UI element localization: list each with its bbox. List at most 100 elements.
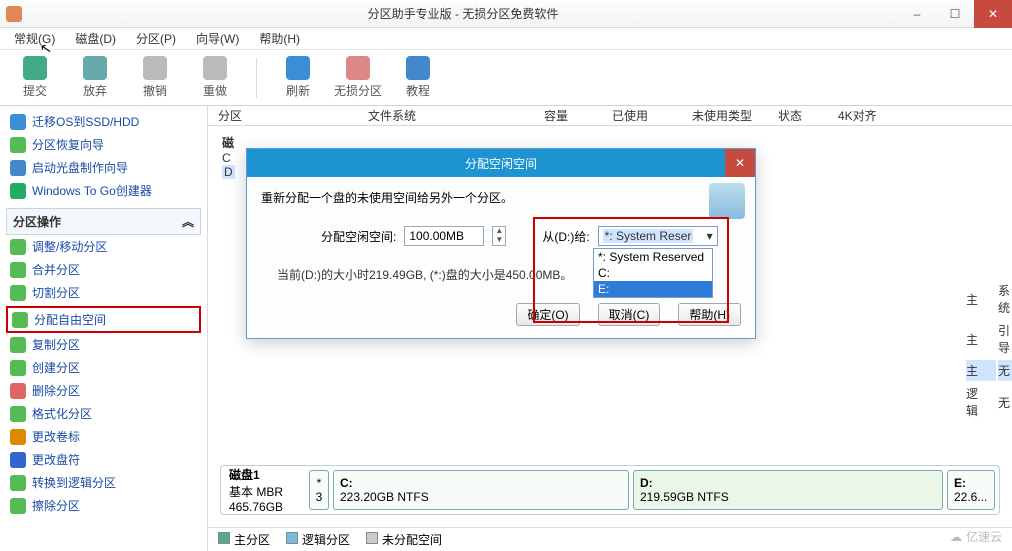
- legend-unalloc-swatch: [366, 532, 378, 544]
- tool-tutorial[interactable]: 教程: [393, 56, 443, 99]
- sidebar-item-label: 创建分区: [32, 359, 80, 376]
- op-letter[interactable]: 更改盘符: [6, 448, 201, 471]
- wizard-migrate-os[interactable]: 迁移OS到SSD/HDD: [6, 110, 201, 133]
- disk-strip: 磁盘1 基本 MBR 465.76GB * 3 C: 223.20GB NTFS…: [220, 465, 1000, 515]
- col-unused[interactable]: 未使用: [648, 107, 728, 124]
- column-headers: 分区 文件系统 容量 已使用 未使用 类型 状态 4K对齐: [208, 106, 1012, 126]
- disk-size: 465.76GB: [229, 500, 305, 514]
- tool-refresh-label: 刷新: [286, 82, 310, 99]
- op-wipe[interactable]: 擦除分区: [6, 494, 201, 517]
- wizard-bootdisk[interactable]: 启动光盘制作向导: [6, 156, 201, 179]
- tool-commit[interactable]: 提交: [10, 56, 60, 99]
- col-capacity[interactable]: 容量: [488, 107, 568, 124]
- partition-c[interactable]: C: 223.20GB NTFS: [333, 470, 629, 510]
- menu-general[interactable]: 常规(G): [6, 28, 63, 49]
- col-partition[interactable]: 分区: [218, 107, 368, 124]
- sidebar-item-label: 分区恢复向导: [32, 136, 104, 153]
- disk-name: 磁盘1: [229, 466, 305, 483]
- op-allocate-free[interactable]: 分配自由空间: [8, 308, 199, 331]
- tool-lossless-label: 无损分区: [334, 82, 382, 99]
- panel-partition-ops[interactable]: 分区操作 ︽: [6, 208, 201, 235]
- sidebar-item-label: 迁移OS到SSD/HDD: [32, 113, 139, 130]
- partition-c-size: 223.20GB NTFS: [340, 490, 622, 504]
- partition-star-label: *: [317, 476, 322, 490]
- close-button[interactable]: ✕: [974, 0, 1012, 28]
- sidebar-item-label: 更改卷标: [32, 428, 80, 445]
- maximize-button[interactable]: ☐: [936, 0, 974, 28]
- dialog-title: 分配空闲空间: [465, 155, 537, 172]
- dialog-icon: [709, 183, 745, 219]
- tool-redo-label: 重做: [203, 82, 227, 99]
- disk-sub: 基本 MBR: [229, 483, 305, 500]
- partition-d[interactable]: D: 219.59GB NTFS: [633, 470, 943, 510]
- cell: 无: [998, 383, 1012, 421]
- partition-e-label: E:: [954, 476, 988, 490]
- wizard-recover[interactable]: 分区恢复向导: [6, 133, 201, 156]
- op-merge[interactable]: 合并分区: [6, 258, 201, 281]
- partition-c-label: C:: [340, 476, 622, 490]
- op-split[interactable]: 切割分区: [6, 281, 201, 304]
- toolbar-sep: [256, 58, 257, 98]
- legend-primary: 主分区: [234, 533, 270, 547]
- sidebar-item-label: 启动光盘制作向导: [32, 159, 128, 176]
- cloud-icon: ☁: [950, 530, 962, 544]
- panel-title: 分区操作: [13, 213, 61, 230]
- cell: 主: [966, 280, 996, 318]
- menu-wizard[interactable]: 向导(W): [188, 28, 247, 49]
- allocate-size-input[interactable]: [404, 226, 484, 246]
- legend-unalloc: 未分配空间: [382, 533, 442, 547]
- minimize-button[interactable]: –: [898, 0, 936, 28]
- field-allocate-label: 分配空闲空间:: [321, 228, 396, 245]
- size-spinner[interactable]: ▲▼: [492, 226, 506, 246]
- watermark: ☁ 亿速云: [950, 528, 1002, 545]
- partition-star[interactable]: * 3: [309, 470, 329, 510]
- tool-commit-label: 提交: [23, 82, 47, 99]
- col-4k[interactable]: 4K对齐: [838, 107, 898, 124]
- menu-disk[interactable]: 磁盘(D): [67, 28, 124, 49]
- col-used[interactable]: 已使用: [568, 107, 648, 124]
- chevron-up-icon: ︽: [182, 213, 194, 230]
- disk-stub: 磁: [222, 136, 234, 150]
- cell[interactable]: 无: [998, 360, 1012, 381]
- sidebar-item-label: 格式化分区: [32, 405, 92, 422]
- sidebar-item-label: 复制分区: [32, 336, 80, 353]
- tool-lossless[interactable]: 无损分区: [333, 56, 383, 99]
- right-columns: 主系统是 主引导 主无是 逻辑无: [964, 278, 1012, 423]
- app-icon: [6, 6, 22, 22]
- col-status[interactable]: 状态: [778, 107, 838, 124]
- annotation-highlight: [533, 217, 729, 323]
- tool-redo[interactable]: 重做: [190, 56, 240, 99]
- op-convert-logical[interactable]: 转换到逻辑分区: [6, 471, 201, 494]
- op-label[interactable]: 更改卷标: [6, 425, 201, 448]
- legend-primary-swatch: [218, 532, 230, 544]
- partition-star-size: 3: [316, 490, 323, 504]
- legend-logical: 逻辑分区: [302, 533, 350, 547]
- op-format[interactable]: 格式化分区: [6, 402, 201, 425]
- sidebar-item-label: 调整/移动分区: [32, 238, 107, 255]
- dialog-close-button[interactable]: ✕: [725, 149, 755, 177]
- tool-refresh[interactable]: 刷新: [273, 56, 323, 99]
- col-type[interactable]: 类型: [728, 107, 778, 124]
- op-delete[interactable]: 删除分区: [6, 379, 201, 402]
- sidebar-item-label: 删除分区: [32, 382, 80, 399]
- menu-partition[interactable]: 分区(P): [128, 28, 184, 49]
- dialog-titlebar[interactable]: 分配空闲空间 ✕: [247, 149, 755, 177]
- partition-e[interactable]: E: 22.6...: [947, 470, 995, 510]
- partition-d-label: D:: [640, 476, 936, 490]
- menu-help[interactable]: 帮助(H): [251, 28, 308, 49]
- col-filesystem[interactable]: 文件系统: [368, 107, 488, 124]
- tool-discard[interactable]: 放弃: [70, 56, 120, 99]
- sidebar-item-label: 转换到逻辑分区: [32, 474, 116, 491]
- wizard-wintogo[interactable]: Windows To Go创建器: [6, 179, 201, 202]
- cell[interactable]: 主: [966, 360, 996, 381]
- tool-tutorial-label: 教程: [406, 82, 430, 99]
- row-d-stub[interactable]: D: [222, 165, 235, 179]
- cell: 系统: [998, 280, 1012, 318]
- op-create[interactable]: 创建分区: [6, 356, 201, 379]
- op-copy[interactable]: 复制分区: [6, 333, 201, 356]
- toolbar: 提交 放弃 撤销 重做 刷新 无损分区 教程: [0, 50, 1012, 106]
- sidebar-item-label: 合并分区: [32, 261, 80, 278]
- op-resize[interactable]: 调整/移动分区: [6, 235, 201, 258]
- tool-undo[interactable]: 撤销: [130, 56, 180, 99]
- watermark-text: 亿速云: [966, 528, 1002, 545]
